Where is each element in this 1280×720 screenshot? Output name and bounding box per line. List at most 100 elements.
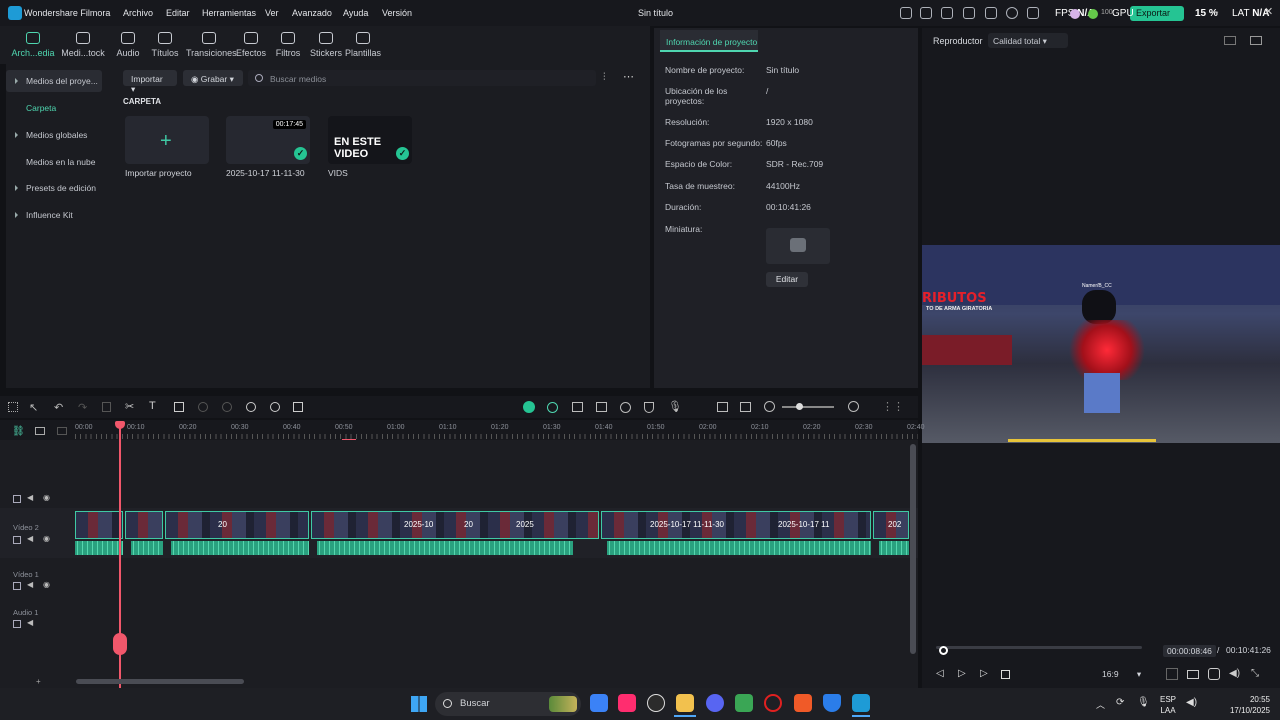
speaker-icon[interactable]: ◀ xyxy=(27,534,33,543)
play-icon[interactable]: ▷ xyxy=(980,668,992,680)
timeline-clip[interactable]: 20 xyxy=(165,511,309,539)
text-tool-icon[interactable]: T xyxy=(149,400,156,412)
snap-icon[interactable] xyxy=(547,402,558,413)
tool-media[interactable]: Arch...edia xyxy=(11,32,55,58)
track-settings-icon[interactable]: ⋮⋮ xyxy=(882,400,904,413)
zoom-in-icon[interactable] xyxy=(848,401,859,412)
import-project-tile[interactable]: + xyxy=(125,116,209,164)
add-icon[interactable]: + xyxy=(36,677,41,686)
mail-icon[interactable] xyxy=(963,7,975,19)
export-button[interactable]: Exportar xyxy=(1130,6,1184,21)
media-vids-tile[interactable]: EN ESTE VIDEO ✓ xyxy=(328,116,412,164)
sidebar-item-edit-presets[interactable]: Presets de edición xyxy=(6,177,102,199)
camera-icon[interactable] xyxy=(1208,668,1220,680)
speed-icon[interactable] xyxy=(198,402,208,412)
save-icon[interactable] xyxy=(985,7,997,19)
eye-icon[interactable]: ◉ xyxy=(43,534,50,543)
speaker-icon[interactable]: ◀ xyxy=(27,580,33,589)
filter-icon[interactable]: ⫶ xyxy=(603,72,606,83)
timeline-horizontal-scrollbar[interactable] xyxy=(76,679,244,684)
audio-waveform[interactable] xyxy=(879,541,909,555)
timeline-clip[interactable]: 202 xyxy=(873,511,909,539)
media-search-input[interactable]: Buscar medios xyxy=(248,70,596,86)
fullscreen-icon[interactable]: ⤡ xyxy=(1251,668,1263,680)
opera-gx-app-icon[interactable] xyxy=(647,694,665,712)
thumbnail-preview[interactable] xyxy=(766,228,830,264)
volume-tray-icon[interactable]: ◀) xyxy=(1186,697,1197,708)
mic-tray-icon[interactable]: 🎙 xyxy=(1137,697,1150,708)
audio-waveform[interactable] xyxy=(317,541,573,555)
menu-editar[interactable]: Editar xyxy=(166,8,190,18)
quality-dropdown[interactable]: Calidad total ▾ xyxy=(988,33,1068,48)
gift-icon[interactable] xyxy=(900,7,912,19)
taskbar-clock[interactable]: 20:55 17/10/2025 xyxy=(1218,694,1270,716)
audio-waveform[interactable] xyxy=(131,541,163,555)
minimize-icon[interactable]: – xyxy=(1212,6,1218,18)
edit-thumbnail-button[interactable]: Editar xyxy=(766,272,808,287)
aspect-dropdown[interactable]: 16:9 ▾ xyxy=(1102,669,1144,680)
redo-icon[interactable]: ↷ xyxy=(78,401,87,414)
timeline-clip[interactable] xyxy=(125,511,163,539)
avatar[interactable] xyxy=(1070,9,1080,19)
sidebar-item-project-media[interactable]: Medios del proye... xyxy=(6,70,102,92)
menu-ver[interactable]: Ver xyxy=(265,8,279,18)
shield-icon[interactable] xyxy=(644,402,654,413)
prev-frame-icon[interactable]: ◁ xyxy=(936,668,948,680)
tool-transitions[interactable]: Transiciones xyxy=(186,32,237,58)
tray-chevron-icon[interactable]: ︿ xyxy=(1096,698,1105,711)
undo-icon[interactable]: ↶ xyxy=(54,401,63,414)
sidebar-item-influence-kit[interactable]: Influence Kit xyxy=(6,204,102,226)
marker-icon[interactable] xyxy=(1166,668,1178,680)
playhead-scissors-icon[interactable] xyxy=(113,633,127,655)
link-icon[interactable]: ⛓ xyxy=(12,426,25,437)
tab-project-info[interactable]: Información de proyecto xyxy=(660,30,758,52)
language-indicator[interactable]: ESP LAA xyxy=(1158,694,1178,716)
discord-app-icon[interactable] xyxy=(706,694,724,712)
media-clip-tile[interactable]: 00:17:45 ✓ xyxy=(226,116,310,164)
color-icon[interactable] xyxy=(222,402,232,412)
speaker-icon[interactable]: ◀ xyxy=(27,493,33,502)
folder-icon[interactable] xyxy=(13,582,21,590)
timeline-clip[interactable]: 2025-10-17 11-11-30 2025-10-17 11 xyxy=(601,511,871,539)
play-step-icon[interactable]: ▷ xyxy=(958,668,970,680)
ai-copilot-icon[interactable] xyxy=(523,401,535,413)
snapshot-icon[interactable] xyxy=(1250,36,1262,45)
opera-app-icon[interactable] xyxy=(764,694,782,712)
import-dropdown[interactable]: Importar ▾ xyxy=(123,70,177,94)
gallery-app-icon[interactable] xyxy=(735,694,753,712)
speaker-icon[interactable]: ◀ xyxy=(27,618,33,627)
scrubber-handle[interactable] xyxy=(938,646,948,655)
store-app-icon[interactable] xyxy=(590,694,608,712)
microphone-icon[interactable]: 🎙 xyxy=(668,400,682,413)
stop-icon[interactable] xyxy=(1001,670,1010,679)
zoom-slider[interactable] xyxy=(782,406,834,408)
playback-scrubber[interactable] xyxy=(936,646,1142,649)
more-options-icon[interactable]: ⋯ xyxy=(623,70,634,83)
track-manager-icon[interactable] xyxy=(57,427,67,435)
tiktok-app-icon[interactable] xyxy=(618,694,636,712)
send-icon[interactable] xyxy=(920,7,932,19)
monitor-icon[interactable] xyxy=(1187,670,1199,679)
close-icon[interactable]: ✕ xyxy=(1264,5,1273,18)
sync-icon[interactable]: ⟳ xyxy=(1116,697,1124,708)
account-icon[interactable] xyxy=(1027,7,1039,19)
menu-ayuda[interactable]: Ayuda xyxy=(343,8,368,18)
grid-view-icon[interactable] xyxy=(1224,36,1236,45)
sidebar-item-global-media[interactable]: Medios globales xyxy=(6,124,102,146)
audio-waveform[interactable] xyxy=(171,541,309,555)
defender-app-icon[interactable] xyxy=(823,694,841,712)
pip-icon[interactable] xyxy=(740,402,751,412)
tool-stock-media[interactable]: Medi...tock xyxy=(61,32,105,58)
audio-waveform[interactable] xyxy=(607,541,871,555)
volume-icon[interactable]: ◀) xyxy=(1229,668,1241,680)
layout-grid-icon[interactable] xyxy=(8,402,18,412)
timeline-vertical-scrollbar[interactable] xyxy=(910,444,916,654)
cloud-icon[interactable] xyxy=(1006,7,1018,19)
filmora-app-icon[interactable] xyxy=(852,694,870,712)
menu-archivo[interactable]: Archivo xyxy=(123,8,153,18)
group-icon[interactable] xyxy=(293,402,303,412)
sidebar-item-folder[interactable]: Carpeta xyxy=(6,97,102,119)
timeline-clip[interactable] xyxy=(75,511,123,539)
split-scissors-icon[interactable]: ✂ xyxy=(125,400,134,413)
eye-icon[interactable]: ◉ xyxy=(43,580,50,589)
